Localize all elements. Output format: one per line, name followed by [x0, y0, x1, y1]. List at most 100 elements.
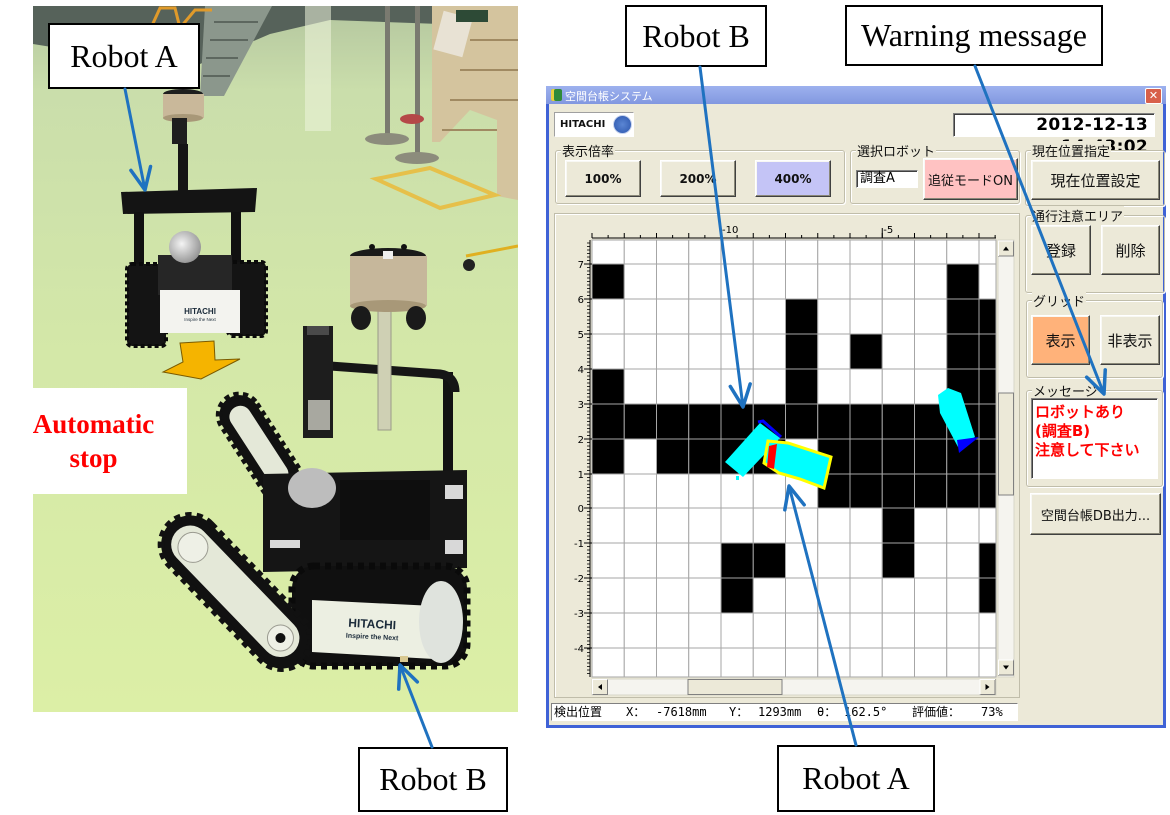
map-cell-occupied: [978, 577, 997, 614]
y-tick-label: 1: [578, 470, 584, 481]
map-cell-free: [849, 368, 883, 405]
map-cell-free: [785, 612, 819, 649]
map-cell-free: [817, 298, 851, 335]
delete-area-button[interactable]: 削除: [1101, 225, 1160, 275]
map-cell-occupied: [591, 438, 625, 475]
x-tick-label: -10: [722, 225, 738, 236]
map-cell-free: [946, 647, 980, 678]
scroll-down-button[interactable]: [998, 659, 1014, 676]
map-cell-free: [623, 333, 657, 370]
vertical-scroll-thumb[interactable]: [998, 392, 1014, 496]
set-current-position-button[interactable]: 現在位置設定: [1031, 160, 1160, 200]
follow-mode-button[interactable]: 追従モードON: [923, 158, 1018, 200]
map-cell-occupied: [688, 403, 722, 440]
scroll-right-button[interactable]: [979, 679, 996, 695]
robot-b-plate-brand: HITACHI: [348, 616, 396, 632]
map-cell-occupied: [881, 403, 915, 440]
map-cell-free: [688, 333, 722, 370]
grid-hide-button[interactable]: 非表示: [1100, 315, 1160, 365]
company-logo: HITACHI: [554, 112, 634, 137]
close-button[interactable]: ✕: [1145, 88, 1162, 104]
map-cell-occupied: [688, 438, 722, 475]
status-y-label: Y：: [729, 705, 749, 719]
map-cell-free: [785, 542, 819, 579]
map-cell-free: [623, 368, 657, 405]
map-cell-free: [881, 577, 915, 614]
map-cell-occupied: [591, 263, 625, 300]
map-cell-free: [849, 239, 883, 265]
scroll-up-button[interactable]: [998, 240, 1014, 257]
scroll-left-button[interactable]: [592, 679, 608, 695]
map-cell-free: [849, 298, 883, 335]
map-cell-free: [785, 507, 819, 544]
map-cell-free: [849, 612, 883, 649]
map-cell-free: [656, 612, 690, 649]
map-cell-free: [656, 577, 690, 614]
map-cell-free: [914, 263, 948, 300]
map-cell-occupied: [978, 368, 997, 405]
occupancy-map[interactable]: 7 6 5 4 3 2 1 0 -1 -2 -3 -4 -10 -5: [555, 214, 1019, 697]
export-db-button[interactable]: 空間台帳DB出力...: [1030, 493, 1161, 535]
map-cell-free: [817, 647, 851, 678]
spatial-ledger-window: 空間台帳システム ✕ HITACHI 2012-12-13 14:43:02 表…: [546, 86, 1166, 728]
title-bar[interactable]: 空間台帳システム ✕: [546, 86, 1166, 104]
map-cell-free: [946, 577, 980, 614]
map-cell-free: [946, 542, 980, 579]
map-panel: 7 6 5 4 3 2 1 0 -1 -2 -3 -4 -10 -5: [554, 213, 1020, 698]
map-cell-free: [752, 612, 786, 649]
map-cell-free: [720, 507, 754, 544]
y-tick-label: 6: [578, 295, 584, 306]
map-cell-free: [817, 239, 851, 265]
map-cell-occupied: [785, 298, 819, 335]
map-cell-free: [978, 612, 997, 649]
warning-message-line: 注意して下さい: [1035, 441, 1140, 459]
map-cell-occupied: [946, 263, 980, 300]
map-cell-free: [914, 612, 948, 649]
map-cell-occupied: [978, 438, 997, 475]
map-cell-free: [656, 542, 690, 579]
annotation-robot-b-map: Robot B: [625, 5, 767, 67]
map-cell-free: [688, 507, 722, 544]
map-cell-occupied: [978, 403, 997, 440]
map-cell-occupied: [914, 473, 948, 509]
zoom-100-button[interactable]: 100%: [565, 160, 641, 197]
map-cell-occupied: [978, 298, 997, 335]
register-area-button[interactable]: 登録: [1031, 225, 1091, 275]
map-cell-free: [720, 298, 754, 335]
map-cell-occupied: [881, 542, 915, 579]
robot-a-plate-brand: HITACHI: [184, 307, 216, 316]
map-cell-free: [914, 239, 948, 265]
map-cell-occupied: [720, 403, 754, 440]
zoom-group-label: 表示倍率: [561, 141, 616, 160]
map-cell-occupied: [946, 473, 980, 509]
map-cell-occupied: [978, 473, 997, 509]
logo-text: HITACHI: [560, 119, 606, 130]
horizontal-scroll-track[interactable]: [591, 678, 997, 696]
zoom-400-button[interactable]: 400%: [755, 160, 831, 197]
grid-show-button[interactable]: 表示: [1031, 315, 1090, 365]
map-cell-free: [688, 647, 722, 678]
y-tick-label: -2: [574, 574, 584, 585]
map-cell-occupied: [656, 403, 690, 440]
map-cell-free: [817, 542, 851, 579]
y-tick-label: 5: [578, 330, 584, 341]
map-cell-free: [720, 239, 754, 265]
automatic-stop-line-2: stop: [69, 443, 118, 473]
map-cell-free: [688, 298, 722, 335]
map-cell-occupied: [817, 403, 851, 440]
map-cell-occupied: [914, 438, 948, 475]
selected-robot-field[interactable]: 調査A: [856, 170, 918, 188]
y-tick-label: 2: [578, 435, 584, 446]
annotation-warning-message: Warning message: [845, 5, 1103, 66]
zoom-200-button[interactable]: 200%: [660, 160, 736, 197]
map-cell-free: [849, 507, 883, 544]
map-cell-occupied: [656, 438, 690, 475]
map-cell-free: [752, 368, 786, 405]
annotation-robot-a-map: Robot A: [777, 745, 935, 812]
status-score-value: 73%: [981, 705, 1003, 719]
map-cell-occupied: [978, 333, 997, 370]
map-cell-occupied: [591, 368, 625, 405]
horizontal-scroll-thumb[interactable]: [687, 679, 783, 695]
automatic-stop-line-1: Automatic: [32, 409, 155, 439]
map-cell-free: [656, 239, 690, 265]
